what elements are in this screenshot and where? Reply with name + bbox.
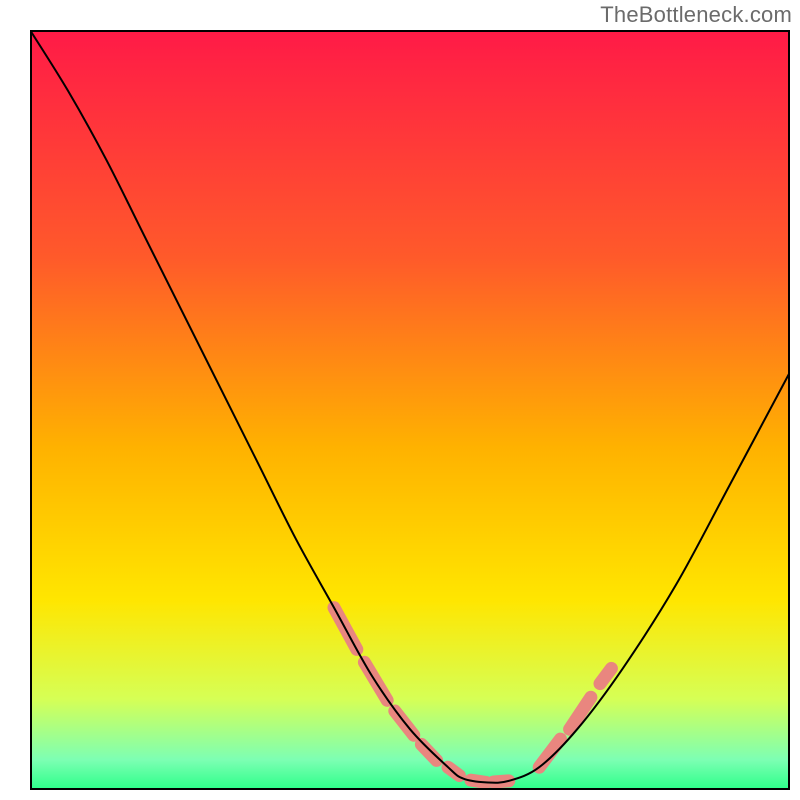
watermark-text: TheBottleneck.com: [600, 2, 792, 28]
chart-frame: TheBottleneck.com: [0, 0, 800, 800]
highlight-dash: [600, 668, 611, 683]
plot-area: [30, 30, 790, 790]
bottleneck-chart: [30, 30, 790, 790]
gradient-background: [30, 30, 790, 790]
